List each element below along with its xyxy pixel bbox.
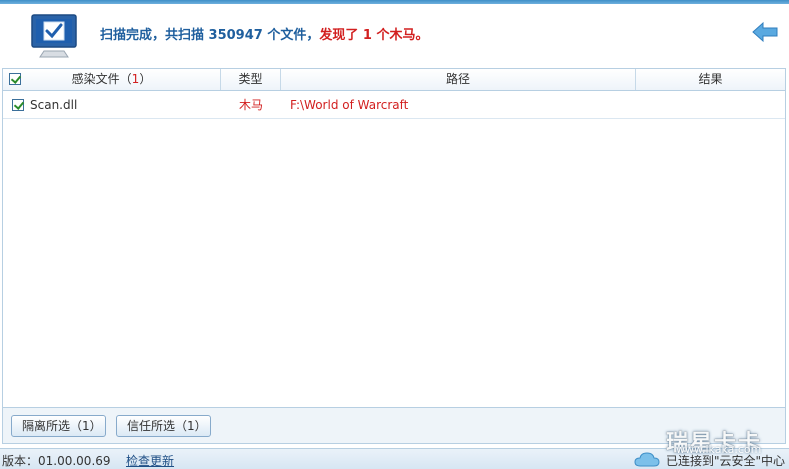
cloud-icon — [634, 452, 660, 467]
select-all-checkbox[interactable] — [9, 73, 21, 85]
scanned-count: 350947 — [208, 28, 263, 43]
column-type[interactable]: 类型 — [221, 69, 281, 90]
column-infected-file-close: ） — [139, 72, 152, 86]
back-arrow-icon[interactable] — [752, 21, 778, 43]
column-infected-file-label: 感染文件（ — [71, 72, 132, 86]
monitor-check-icon — [31, 14, 77, 58]
scan-status-message: 扫描完成，共扫描 350947 个文件，发现了 1 个木马。 — [100, 24, 429, 43]
found-prefix: 发现了 — [319, 28, 359, 43]
row-type: 木马 — [239, 98, 264, 112]
status-prefix: 扫描完成，共扫描 — [100, 28, 205, 43]
quarantine-selected-button[interactable]: 隔离所选（1） — [11, 415, 106, 437]
infected-files-table: 感染文件（1） 类型 路径 结果 Scan.dll 木马 F:\World of… — [2, 68, 786, 408]
trust-selected-button[interactable]: 信任所选（1） — [116, 415, 211, 437]
found-suffix: 个木马。 — [376, 28, 429, 43]
version-label: 版本：01.00.00.69 — [2, 454, 111, 468]
found-count: 1 — [362, 28, 372, 43]
table-header: 感染文件（1） 类型 路径 结果 — [3, 69, 785, 91]
scan-result-header: 扫描完成，共扫描 350947 个文件，发现了 1 个木马。 — [0, 4, 789, 62]
column-result[interactable]: 结果 — [636, 69, 785, 90]
watermark-url: www.ikaka.com — [676, 443, 762, 456]
row-path: F:\World of Warcraft — [290, 98, 409, 112]
column-path[interactable]: 路径 — [281, 69, 636, 90]
status-mid: 个文件， — [267, 28, 320, 43]
row-file-name: Scan.dll — [30, 98, 78, 112]
table-row[interactable]: Scan.dll 木马 F:\World of Warcraft — [3, 92, 785, 119]
row-checkbox[interactable] — [12, 99, 24, 111]
column-infected-file[interactable]: 感染文件（1） — [3, 69, 221, 90]
check-update-link[interactable]: 检查更新 — [126, 452, 174, 469]
